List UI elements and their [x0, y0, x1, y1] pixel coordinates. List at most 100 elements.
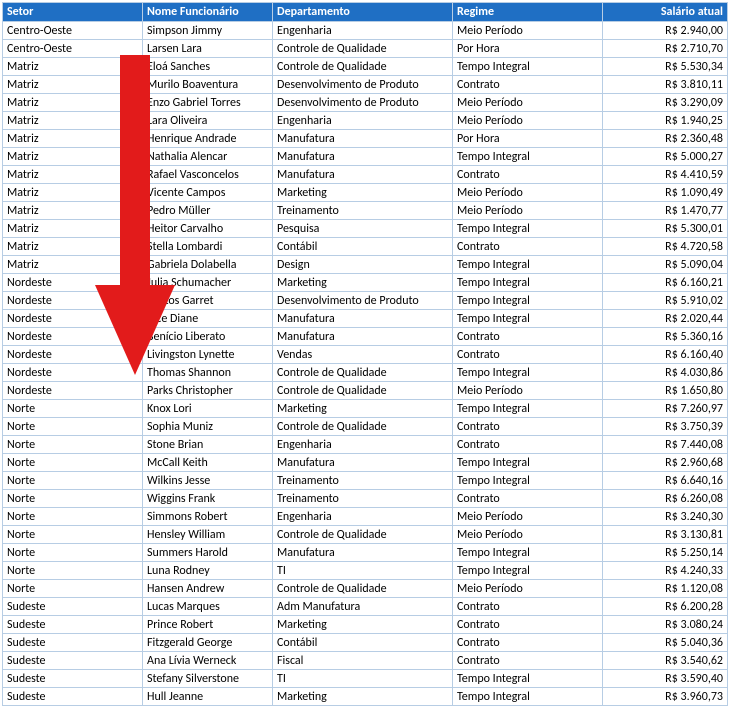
cell-setor: Nordeste — [3, 292, 143, 310]
col-header-regime: Regime — [453, 3, 603, 22]
cell-setor: Norte — [3, 544, 143, 562]
cell-setor: Matriz — [3, 238, 143, 256]
cell-salario: R$ 2.940,00 — [603, 22, 728, 40]
cell-regime: Contrato — [453, 598, 603, 616]
cell-salario: R$ 3.590,40 — [603, 670, 728, 688]
table-row: SudesteAna Lívia WerneckFiscalContratoR$… — [3, 652, 728, 670]
cell-salario: R$ 2.710,70 — [603, 40, 728, 58]
cell-setor: Nordeste — [3, 274, 143, 292]
cell-regime: Meio Período — [453, 184, 603, 202]
cell-setor: Nordeste — [3, 346, 143, 364]
cell-setor: Matriz — [3, 148, 143, 166]
cell-salario: R$ 3.810,11 — [603, 76, 728, 94]
cell-departamento: Marketing — [273, 400, 453, 418]
cell-nome: Summers Harold — [143, 544, 273, 562]
cell-salario: R$ 6.160,40 — [603, 346, 728, 364]
cell-setor: Centro-Oeste — [3, 40, 143, 58]
cell-nome: McCall Keith — [143, 454, 273, 472]
cell-nome: Murilo Boaventura — [143, 76, 273, 94]
cell-departamento: Contábil — [273, 238, 453, 256]
cell-salario: R$ 4.410,59 — [603, 166, 728, 184]
cell-departamento: Controle de Qualidade — [273, 40, 453, 58]
col-header-nome: Nome Funcionário — [143, 3, 273, 22]
cell-nome: Thomas Shannon — [143, 364, 273, 382]
cell-nome: Hull Jeanne — [143, 688, 273, 706]
cell-regime: Meio Período — [453, 94, 603, 112]
cell-nome: Stella Lombardi — [143, 238, 273, 256]
cell-salario: R$ 5.000,27 — [603, 148, 728, 166]
table-row: NordesteSantos GarretDesenvolvimento de … — [3, 292, 728, 310]
cell-setor: Norte — [3, 454, 143, 472]
cell-salario: R$ 4.240,33 — [603, 562, 728, 580]
table-row: SudesteFitzgerald GeorgeContábilContrato… — [3, 634, 728, 652]
cell-regime: Contrato — [453, 418, 603, 436]
table-row: NordesteThomas ShannonControle de Qualid… — [3, 364, 728, 382]
table-row: MatrizHeitor CarvalhoPesquisaTempo Integ… — [3, 220, 728, 238]
cell-regime: Contrato — [453, 166, 603, 184]
table-row: MatrizStella LombardiContábilContratoR$ … — [3, 238, 728, 256]
table-row: MatrizMurilo BoaventuraDesenvolvimento d… — [3, 76, 728, 94]
table-row: SudesteHull JeanneMarketingTempo Integra… — [3, 688, 728, 706]
cell-setor: Sudeste — [3, 598, 143, 616]
cell-departamento: Desenvolvimento de Produto — [273, 94, 453, 112]
cell-regime: Tempo Integral — [453, 274, 603, 292]
cell-regime: Tempo Integral — [453, 148, 603, 166]
cell-setor: Norte — [3, 580, 143, 598]
cell-regime: Contrato — [453, 346, 603, 364]
cell-departamento: Vendas — [273, 346, 453, 364]
cell-regime: Tempo Integral — [453, 256, 603, 274]
cell-setor: Matriz — [3, 220, 143, 238]
table-row: NorteLuna RodneyTITempo IntegralR$ 4.240… — [3, 562, 728, 580]
col-header-setor: Setor — [3, 3, 143, 22]
cell-departamento: Manufatura — [273, 328, 453, 346]
cell-departamento: Engenharia — [273, 508, 453, 526]
table-row: MatrizRafael VasconcelosManufaturaContra… — [3, 166, 728, 184]
table-row: SudesteStefany SilverstoneTITempo Integr… — [3, 670, 728, 688]
cell-salario: R$ 3.080,24 — [603, 616, 728, 634]
cell-salario: R$ 5.530,34 — [603, 58, 728, 76]
cell-regime: Meio Período — [453, 508, 603, 526]
cell-salario: R$ 1.120,08 — [603, 580, 728, 598]
col-header-departamento: Departamento — [273, 3, 453, 22]
table-header-row: Setor Nome Funcionário Departamento Regi… — [3, 3, 728, 22]
cell-nome: Rafael Vasconcelos — [143, 166, 273, 184]
cell-regime: Contrato — [453, 634, 603, 652]
cell-departamento: Treinamento — [273, 490, 453, 508]
cell-nome: Fitzgerald George — [143, 634, 273, 652]
cell-salario: R$ 5.250,14 — [603, 544, 728, 562]
cell-nome: Hensley William — [143, 526, 273, 544]
cell-departamento: Controle de Qualidade — [273, 382, 453, 400]
table-row: MatrizEloá SanchesControle de QualidadeT… — [3, 58, 728, 76]
cell-nome: Lucas Marques — [143, 598, 273, 616]
cell-salario: R$ 6.260,08 — [603, 490, 728, 508]
cell-nome: Parks Christopher — [143, 382, 273, 400]
cell-salario: R$ 5.910,02 — [603, 292, 728, 310]
cell-salario: R$ 5.360,16 — [603, 328, 728, 346]
cell-nome: Simmons Robert — [143, 508, 273, 526]
table-row: SudesteLucas MarquesAdm ManufaturaContra… — [3, 598, 728, 616]
cell-departamento: Controle de Qualidade — [273, 58, 453, 76]
table-row: NordesteBenício LiberatoManufaturaContra… — [3, 328, 728, 346]
cell-departamento: Desenvolvimento de Produto — [273, 76, 453, 94]
table-row: NordesteJulia SchumacherMarketingTempo I… — [3, 274, 728, 292]
cell-departamento: TI — [273, 562, 453, 580]
cell-regime: Tempo Integral — [453, 400, 603, 418]
cell-nome: Santos Garret — [143, 292, 273, 310]
table-row: MatrizGabriela DolabellaDesignTempo Inte… — [3, 256, 728, 274]
cell-nome: Prince Robert — [143, 616, 273, 634]
cell-salario: R$ 2.960,68 — [603, 454, 728, 472]
table-row: SudestePrince RobertMarketingContratoR$ … — [3, 616, 728, 634]
cell-salario: R$ 3.960,73 — [603, 688, 728, 706]
employee-table: Setor Nome Funcionário Departamento Regi… — [2, 2, 728, 706]
cell-setor: Norte — [3, 400, 143, 418]
table-body: Centro-OesteSimpson JimmyEngenhariaMeio … — [3, 22, 728, 706]
cell-salario: R$ 2.020,44 — [603, 310, 728, 328]
cell-nome: Gabriela Dolabella — [143, 256, 273, 274]
cell-departamento: Controle de Qualidade — [273, 526, 453, 544]
cell-nome: Sophia Muniz — [143, 418, 273, 436]
cell-setor: Sudeste — [3, 616, 143, 634]
cell-setor: Nordeste — [3, 382, 143, 400]
cell-departamento: Manufatura — [273, 166, 453, 184]
cell-setor: Matriz — [3, 94, 143, 112]
cell-nome: Benício Liberato — [143, 328, 273, 346]
